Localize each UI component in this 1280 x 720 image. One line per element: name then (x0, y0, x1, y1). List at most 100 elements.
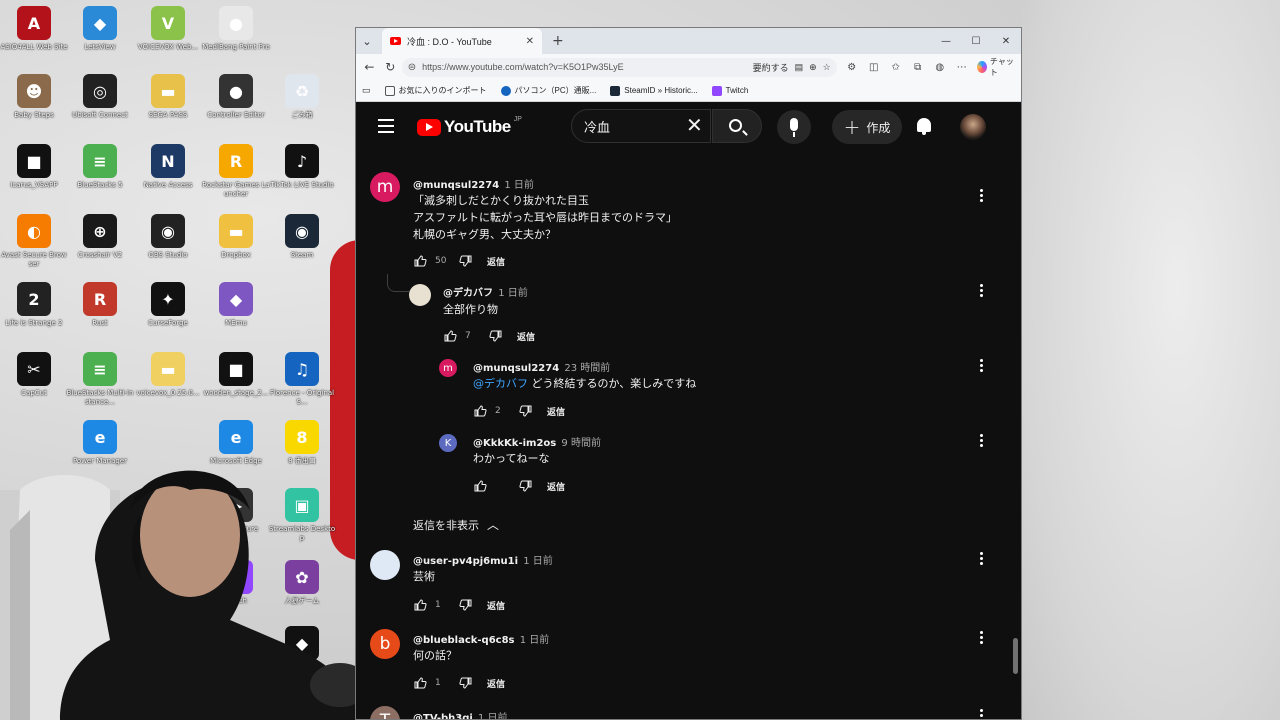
notifications-bell-icon[interactable] (916, 117, 932, 135)
comment-author[interactable]: @user-pv4pj6mu1i (413, 556, 518, 567)
menu-hamburger-icon[interactable] (378, 119, 394, 137)
desktop-icon[interactable]: ♪ TikTok LIVE Studio (268, 144, 336, 190)
desktop-icon[interactable]: N Native Access (134, 144, 202, 190)
dislike-icon[interactable] (459, 676, 473, 690)
collections-icon[interactable]: ⧉ (909, 62, 927, 73)
desktop-icon[interactable]: ♫ Florence - Original S... (268, 352, 336, 407)
commenter-avatar[interactable]: T (370, 706, 400, 719)
commenter-avatar[interactable] (409, 284, 431, 306)
desktop-icon[interactable]: ■ Icarus_VSAPP (0, 144, 68, 190)
favorite-item-import[interactable]: お気に入りのインポート (384, 85, 487, 96)
clear-search-icon[interactable]: ✕ (686, 114, 703, 136)
comment-author[interactable]: @munqsul2274 (413, 180, 499, 191)
like-icon[interactable] (413, 676, 427, 690)
reply-button[interactable]: 返信 (487, 599, 505, 612)
desktop-icon[interactable]: ▬ Dropbox (202, 214, 270, 260)
desktop-icon[interactable]: ≡ BlueStacks 5 (66, 144, 134, 190)
create-button[interactable]: + 作成 (832, 110, 902, 144)
desktop-icon[interactable]: ◉ Steam (268, 214, 336, 260)
desktop-icon[interactable]: ≡ BlueStacks Multi-Instance... (66, 352, 134, 407)
comment-time[interactable]: 1 日前 (478, 713, 508, 719)
hide-replies-button[interactable]: 返信を非表示 ︿ (413, 516, 499, 533)
comment-author[interactable]: @デカバフ (443, 288, 493, 299)
like-icon[interactable] (473, 479, 487, 493)
comment-author[interactable]: @blueblack-q6c8s (413, 635, 515, 646)
split-screen-icon[interactable]: ◫ (865, 62, 883, 73)
desktop-icon[interactable]: ◎ Ubisoft Connect (66, 74, 134, 120)
comment-more-icon[interactable] (980, 709, 984, 719)
close-window-icon[interactable]: ✕ (991, 28, 1021, 54)
desktop-icon[interactable]: ■ wooden_stage_2... (202, 352, 270, 398)
desktop-icon[interactable]: ◐ Avast Secure Browser (0, 214, 68, 269)
dislike-icon[interactable] (489, 329, 503, 343)
like-icon[interactable] (443, 329, 457, 343)
maximize-icon[interactable]: ☐ (961, 28, 991, 54)
desktop-icon[interactable]: ✂ CapCut (0, 352, 68, 398)
comment-more-icon[interactable] (980, 552, 984, 567)
reader-icon[interactable]: ▤ (795, 62, 804, 73)
minimize-icon[interactable]: — (931, 28, 961, 54)
reply-button[interactable]: 返信 (547, 405, 565, 418)
comment-author[interactable]: @KkkKk-im2os (473, 438, 556, 449)
desktop-icon[interactable]: ♻ ごみ箱 (268, 74, 336, 120)
summarize-button[interactable]: 要約する (753, 61, 789, 74)
tab-actions-chevron-icon[interactable]: ⌄ (356, 28, 378, 54)
comment-time[interactable]: 23 時間前 (564, 363, 610, 374)
more-menu-icon[interactable]: ⋯ (953, 62, 971, 73)
search-button[interactable] (712, 109, 762, 143)
desktop-icon[interactable]: R Rockstar Games Launcher (202, 144, 270, 199)
desktop-icon[interactable]: ✦ CurseForge (134, 282, 202, 328)
tab-close-icon[interactable]: ✕ (526, 36, 534, 47)
desktop-icon[interactable]: ☻ Baby Steps (0, 74, 68, 120)
comment-time[interactable]: 9 時間前 (561, 438, 601, 449)
like-icon[interactable] (473, 404, 487, 418)
commenter-avatar[interactable]: m (370, 172, 400, 202)
tab-youtube[interactable]: 冷血 : D.O - YouTube ✕ (382, 28, 542, 54)
comment-more-icon[interactable] (980, 359, 984, 374)
copilot-chat-button[interactable]: チャット (976, 56, 1017, 78)
desktop-icon[interactable]: ● Controller Editor (202, 74, 270, 120)
url-field[interactable]: ⊜ https://www.youtube.com/watch?v=K5O1Pw… (401, 57, 837, 77)
reply-button[interactable]: 返信 (487, 255, 505, 268)
desktop-icon[interactable]: R Rust (66, 282, 134, 328)
scrollbar-thumb[interactable] (1013, 638, 1018, 674)
dislike-icon[interactable] (459, 598, 473, 612)
site-info-icon[interactable]: ⊜ (408, 62, 416, 73)
desktop-icon[interactable]: ● MediBang Paint Pro (202, 6, 270, 52)
reply-button[interactable]: 返信 (517, 330, 535, 343)
favorite-item-pc[interactable]: パソコン（PC）通販... (500, 85, 596, 96)
profile-icon[interactable]: ◍ (931, 62, 949, 73)
dislike-icon[interactable] (519, 479, 533, 493)
reply-button[interactable]: 返信 (547, 480, 565, 493)
desktop-icon[interactable]: A ASIO4ALL Web Site (0, 6, 68, 52)
desktop-icon[interactable]: ◆ LetsView (66, 6, 134, 52)
desktop-icon[interactable]: V VOICEVOX Web... (134, 6, 202, 52)
back-arrow-icon[interactable]: ← (360, 56, 379, 78)
comment-time[interactable]: 1 日前 (520, 635, 550, 646)
favorites-bar-toggle-icon[interactable]: ▭ (362, 85, 371, 96)
refresh-icon[interactable]: ↻ (381, 56, 400, 78)
desktop-icon[interactable]: 2 Life is Strange 2 (0, 282, 68, 328)
favorite-item-steamid[interactable]: SteamID » Historic... (610, 85, 698, 96)
new-tab-plus-icon[interactable]: + (552, 33, 564, 49)
desktop-icon[interactable]: ◆ MEmu (202, 282, 270, 328)
like-icon[interactable] (413, 254, 427, 268)
desktop-icon[interactable]: ◉ OBS Studio (134, 214, 202, 260)
comment-more-icon[interactable] (980, 434, 984, 449)
extensions-icon[interactable]: ⚙ (843, 62, 861, 73)
desktop-icon[interactable]: ⊕ Crosshair V2 (66, 214, 134, 260)
favorite-item-twitch[interactable]: Twitch (711, 85, 748, 96)
commenter-avatar[interactable] (370, 550, 400, 580)
comment-more-icon[interactable] (980, 284, 984, 299)
comment-author[interactable]: @TV-bh3qi (413, 713, 473, 719)
desktop-icon[interactable]: ▬ SEGA PASS (134, 74, 202, 120)
commenter-avatar[interactable]: K (439, 434, 457, 452)
mention-link[interactable]: @デカバフ (473, 377, 528, 390)
dislike-icon[interactable] (519, 404, 533, 418)
favorite-star-icon[interactable]: ☆ (823, 62, 831, 73)
desktop-icon[interactable]: ▬ voicevox_0.25.0... (134, 352, 202, 398)
youtube-logo[interactable]: YouTube JP (417, 116, 522, 137)
comment-more-icon[interactable] (980, 189, 984, 204)
comment-time[interactable]: 1 日前 (504, 180, 534, 191)
comment-time[interactable]: 1 日前 (523, 556, 553, 567)
